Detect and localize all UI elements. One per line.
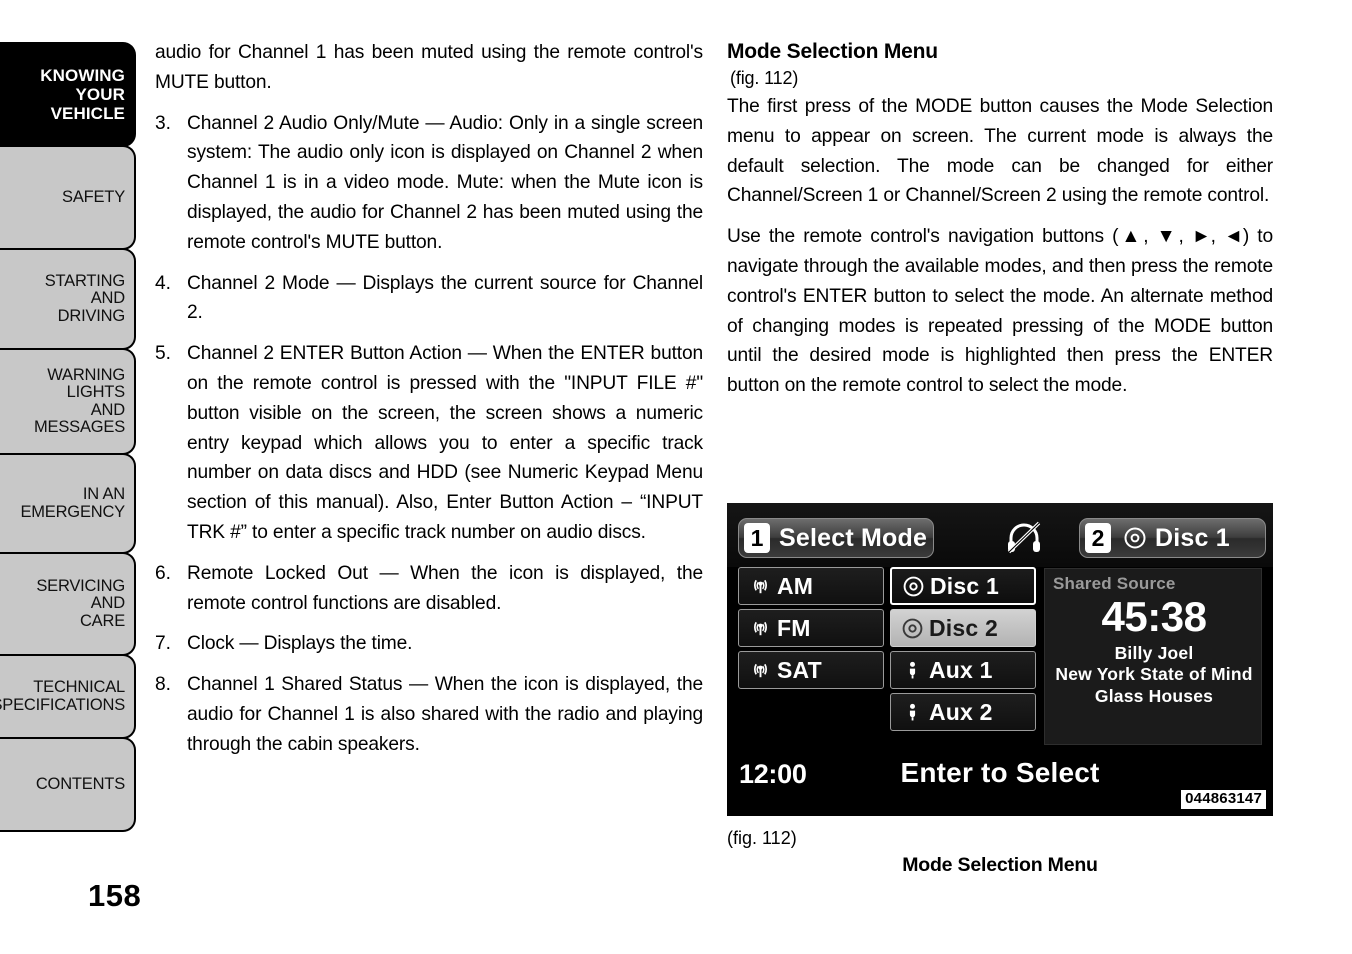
list-item-8: 8. Channel 1 Shared Status — When the ic…: [155, 670, 703, 759]
mode-button-label: AM: [777, 573, 814, 599]
list-item-7: 7. Clock — Displays the time.: [155, 629, 703, 659]
figure-footer-bar: 12:00 Enter to Select 044863147: [727, 751, 1273, 816]
sidebar-item-safety[interactable]: SAFETY: [0, 145, 136, 250]
sidebar-item-contents[interactable]: CONTENTS: [0, 737, 136, 832]
mode-button-label: Aux 1: [929, 657, 993, 683]
list-item-number: 8.: [155, 674, 172, 696]
sidebar-item-servicing-and-care[interactable]: SERVICING AND CARE: [0, 552, 136, 656]
sidebar-item-label: STARTING AND DRIVING: [44, 271, 125, 325]
sidebar-item-technical-specifications[interactable]: TECHNICAL SPECIFICATIONS: [0, 654, 136, 739]
sidebar-item-knowing-your-vehicle[interactable]: KNOWING YOUR VEHICLE: [0, 42, 136, 147]
figure-part-number: 044863147: [1181, 790, 1266, 809]
disc-icon: [900, 575, 927, 598]
mode-button-disc-1[interactable]: Disc 1: [890, 567, 1036, 605]
list-item-6: 6. Remote Locked Out — When the icon is …: [155, 559, 703, 619]
list-item-text: Channel 2 Audio Only/Mute — Audio: Only …: [187, 112, 703, 253]
sidebar-item-label: IN AN EMERGENCY: [20, 485, 125, 521]
list-item-text: Channel 1 Shared Status — When the icon …: [187, 674, 703, 755]
mode-button-disc-2[interactable]: Disc 2: [890, 609, 1036, 647]
list-item-number: 6.: [155, 562, 172, 584]
list-item-number: 4.: [155, 272, 172, 294]
list-item-text: Remote Locked Out — When the icon is dis…: [187, 562, 703, 614]
channel1-label: Select Mode: [779, 524, 928, 552]
paragraph-text: audio for Channel 1 has been muted using…: [155, 42, 703, 93]
sidebar-item-label: CONTENTS: [35, 774, 125, 793]
elapsed-time: 45:38: [1101, 593, 1207, 640]
page-number: 158: [88, 878, 142, 913]
channel1-badge: 1: [744, 523, 770, 553]
enter-to-select-hint: Enter to Select: [900, 757, 1100, 788]
section-heading: Mode Selection Menu: [727, 40, 938, 63]
figure-reference: (fig. 112): [730, 68, 799, 88]
list-item-text: Clock — Displays the time.: [187, 633, 413, 655]
channel2-badge: 2: [1085, 523, 1111, 553]
channel2-label: Disc 1: [1155, 524, 1230, 552]
list-item-number: 5.: [155, 343, 172, 365]
mode-button-label: SAT: [777, 657, 822, 683]
sidebar-item-label: SERVICING AND CARE: [36, 576, 125, 630]
headphones-muted-icon: [1007, 521, 1041, 554]
track-album: Glass Houses: [1094, 686, 1214, 706]
aux-plug-icon: [899, 659, 926, 682]
section-tabs-sidebar: KNOWING YOUR VEHICLE SAFETY STARTING AND…: [0, 42, 136, 832]
body-paragraph-1: The first press of the MODE button cause…: [727, 92, 1273, 211]
paragraph-text: The first press of the MODE button cause…: [727, 96, 1273, 207]
paragraph-text: Use the remote control's navigation butt…: [727, 226, 1273, 397]
list-item-4: 4. Channel 2 Mode — Displays the current…: [155, 269, 703, 329]
list-item-number: 7.: [155, 633, 172, 655]
sidebar-item-warning-lights-and-messages[interactable]: WARNING LIGHTS AND MESSAGES: [0, 348, 136, 455]
figure-menu-area: AM FM SAT Disc 1 Disc 2 Aux 1 Aux 2 Shar…: [727, 567, 1273, 751]
track-artist: Billy Joel: [1114, 643, 1194, 663]
sidebar-item-label: WARNING LIGHTS AND MESSAGES: [33, 365, 125, 436]
mode-button-aux-2[interactable]: Aux 2: [890, 693, 1036, 731]
antenna-icon: [747, 617, 774, 640]
list-item-3: 3. Channel 2 Audio Only/Mute — Audio: On…: [155, 109, 703, 258]
sidebar-item-label: KNOWING YOUR VEHICLE: [40, 66, 125, 123]
mode-button-fm[interactable]: FM: [738, 609, 884, 647]
left-text-column: audio for Channel 1 has been muted using…: [155, 38, 703, 771]
sidebar-item-in-an-emergency[interactable]: IN AN EMERGENCY: [0, 453, 136, 554]
mode-selection-menu-screenshot: 1 Select Mode 2 Disc 1 AM FM SAT Disc 1 …: [727, 503, 1273, 816]
list-item-number: 3.: [155, 112, 172, 134]
mode-button-am[interactable]: AM: [738, 567, 884, 605]
track-title: New York State of Mind: [1055, 664, 1253, 684]
mode-button-aux-1[interactable]: Aux 1: [890, 651, 1036, 689]
radio-source-column: AM FM SAT: [738, 567, 884, 693]
channel1-select-mode-pill[interactable]: 1 Select Mode: [738, 518, 934, 558]
mode-button-sat[interactable]: SAT: [738, 651, 884, 689]
now-playing-panel: Shared Source 45:38 Billy Joel New York …: [1044, 568, 1262, 745]
disc-aux-source-column: Disc 1 Disc 2 Aux 1 Aux 2: [890, 567, 1036, 735]
figure-caption-reference: (fig. 112): [727, 828, 797, 848]
aux-plug-icon: [899, 701, 926, 724]
list-item-5: 5. Channel 2 ENTER Button Action — When …: [155, 339, 703, 548]
mode-button-label: FM: [777, 615, 811, 641]
list-item-text: Channel 2 ENTER Button Action — When the…: [187, 343, 703, 543]
disc-icon: [1120, 526, 1150, 550]
figure-caption-title: Mode Selection Menu: [902, 854, 1098, 876]
body-paragraph-2: Use the remote control's navigation butt…: [727, 222, 1273, 401]
disc-icon: [899, 617, 926, 640]
channel2-source-pill[interactable]: 2 Disc 1: [1079, 518, 1266, 558]
antenna-icon: [747, 575, 774, 598]
right-text-column: Mode Selection Menu (fig. 112) The first…: [727, 38, 1273, 412]
mode-button-label: Disc 2: [929, 615, 998, 641]
list-item-text: Channel 2 Mode — Displays the current so…: [187, 272, 703, 324]
sidebar-item-starting-and-driving[interactable]: STARTING AND DRIVING: [0, 248, 136, 350]
mode-button-label: Disc 1: [930, 573, 999, 599]
shared-source-label: Shared Source: [1053, 574, 1176, 593]
antenna-icon: [747, 659, 774, 682]
sidebar-item-label: SAFETY: [62, 187, 125, 206]
continuation-paragraph: audio for Channel 1 has been muted using…: [155, 38, 703, 98]
mode-button-label: Aux 2: [929, 699, 993, 725]
sidebar-item-label: TECHNICAL SPECIFICATIONS: [0, 678, 125, 714]
figure-header-bar: 1 Select Mode 2 Disc 1: [727, 503, 1273, 567]
